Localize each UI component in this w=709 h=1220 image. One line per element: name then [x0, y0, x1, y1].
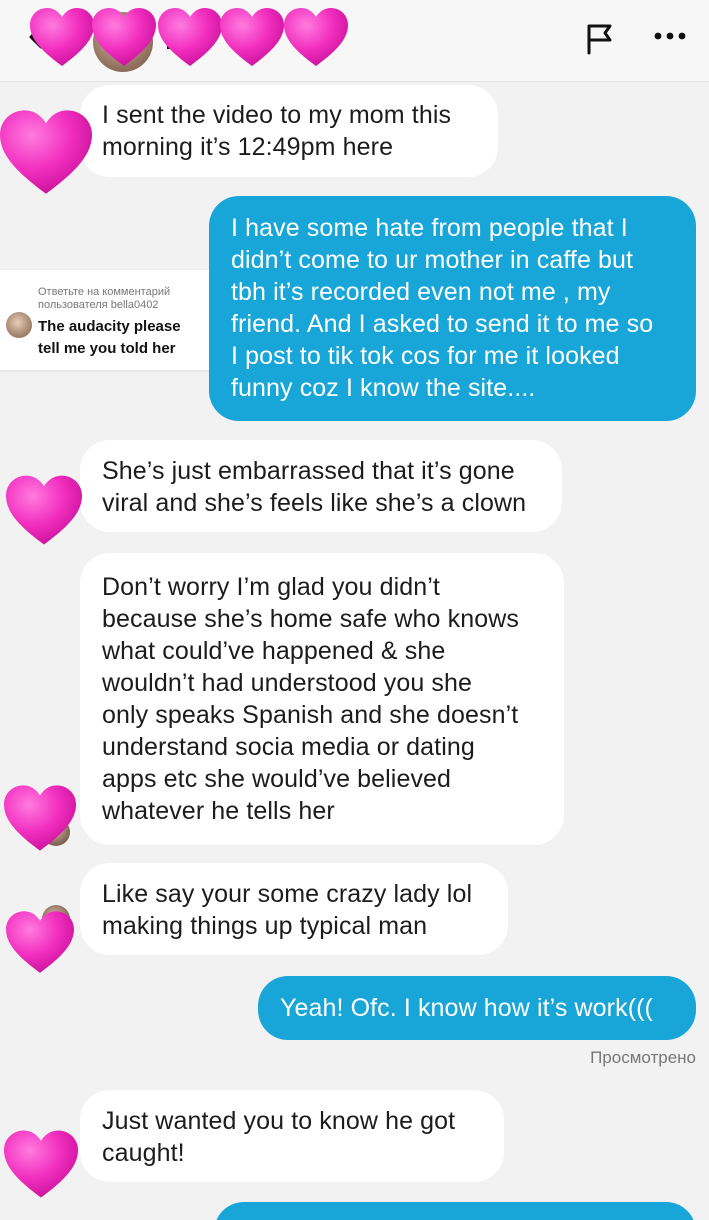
reply-comment-card[interactable]: Ответьте на комментарий пользователя bel…: [0, 270, 225, 370]
message-bubble-incoming[interactable]: Just wanted you to know he got caught!: [80, 1090, 504, 1182]
message-bubble-incoming[interactable]: I sent the video to my mom this morning …: [80, 85, 498, 177]
seen-status: Просмотрено: [590, 1048, 696, 1067]
heart-sticker-icon: [6, 475, 82, 545]
message-bubble-outgoing[interactable]: Yeah! Ofc. I know how it’s work(((: [258, 976, 696, 1040]
message-bubble-incoming[interactable]: She’s just embarrassed that it’s gone vi…: [80, 440, 562, 532]
message-bubble-incoming[interactable]: Like say your some crazy lady lol making…: [80, 863, 508, 955]
heart-sticker-icon: [4, 1130, 78, 1198]
heart-sticker-icon: [0, 110, 92, 194]
heart-stickers: [30, 8, 348, 66]
reply-card-comment: The audacity please tell me you told her: [38, 318, 181, 357]
message-bubble-outgoing[interactable]: I have some hate from people that I didn…: [209, 196, 696, 421]
flag-icon[interactable]: [583, 22, 617, 56]
heart-sticker-icon: [4, 785, 76, 851]
heart-sticker-icon: [6, 911, 74, 973]
commenter-avatar: [6, 312, 32, 338]
more-horizontal-icon[interactable]: [652, 30, 688, 42]
message-bubble-outgoing-partial[interactable]: [214, 1202, 696, 1220]
message-bubble-incoming[interactable]: Don’t worry I’m glad you didn’t because …: [80, 553, 564, 845]
reply-card-title: Ответьте на комментарий пользователя bel…: [38, 286, 171, 311]
